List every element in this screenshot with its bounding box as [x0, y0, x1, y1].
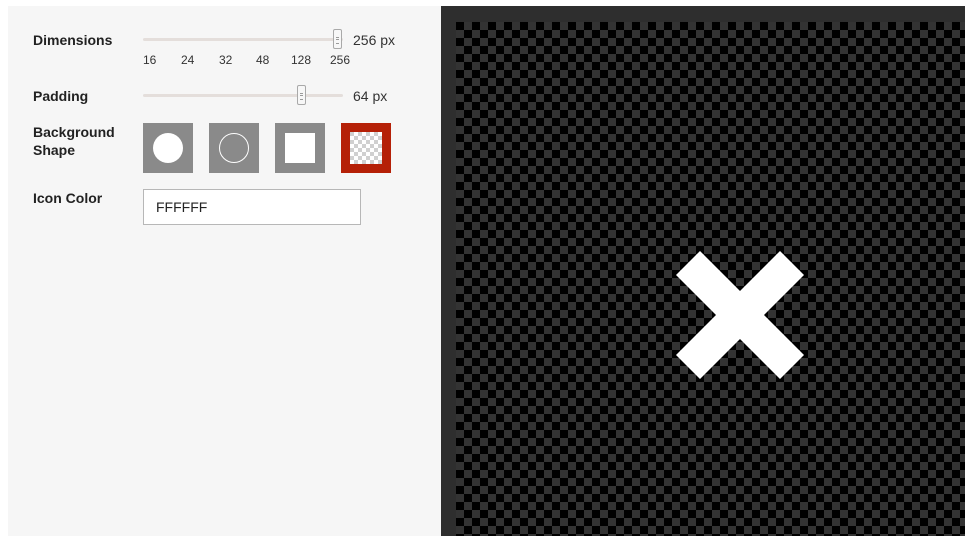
icon-preview-panel — [441, 6, 965, 536]
icon-color-label: Icon Color — [33, 190, 103, 206]
padding-value: 64 px — [353, 88, 388, 104]
filled-circle-icon — [153, 133, 183, 163]
checkerboard-icon — [350, 132, 382, 164]
shape-outline-circle-button[interactable] — [209, 123, 259, 173]
dimensions-tick: 32 — [219, 53, 233, 67]
dimensions-value: 256 px — [353, 32, 396, 48]
shape-transparent-button[interactable] — [341, 123, 391, 173]
dimensions-tick: 48 — [256, 53, 270, 67]
outline-circle-icon — [219, 133, 249, 163]
filled-square-icon — [285, 133, 315, 163]
close-x-icon — [676, 251, 804, 379]
dimensions-tick: 16 — [143, 53, 157, 67]
background-shape-label: Background Shape — [33, 124, 115, 158]
padding-slider-track[interactable] — [143, 94, 343, 97]
settings-panel: Dimensions 256 px 16 24 32 48 128 256 Pa… — [8, 6, 441, 536]
dimensions-tick: 128 — [291, 53, 312, 67]
icon-color-input[interactable] — [143, 189, 361, 225]
dimensions-slider-track[interactable] — [143, 38, 343, 41]
padding-slider-thumb[interactable] — [297, 85, 306, 105]
transparent-preview-canvas — [456, 22, 965, 536]
dimensions-tick: 24 — [181, 53, 195, 67]
padding-label: Padding — [33, 88, 89, 104]
dimensions-label: Dimensions — [33, 32, 113, 48]
dimensions-slider-thumb[interactable] — [333, 29, 342, 49]
shape-filled-square-button[interactable] — [275, 123, 325, 173]
dimensions-tick: 256 — [330, 53, 351, 67]
shape-filled-circle-button[interactable] — [143, 123, 193, 173]
